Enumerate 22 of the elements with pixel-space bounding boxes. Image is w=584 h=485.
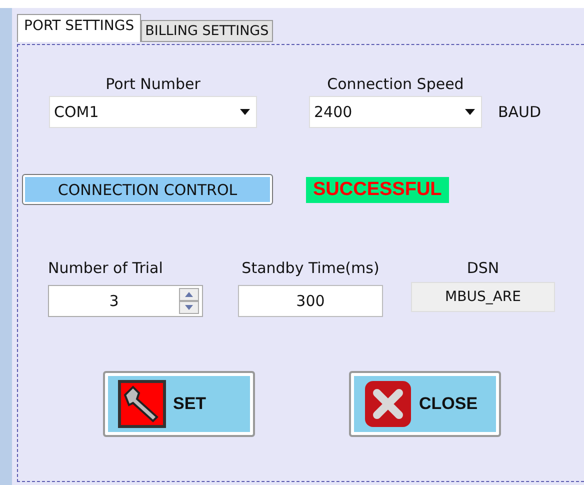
- dropdown-caret-icon: [465, 109, 475, 115]
- close-button[interactable]: CLOSE: [349, 371, 501, 437]
- field-label: Port Number: [106, 75, 200, 93]
- set-button[interactable]: SET: [103, 371, 255, 437]
- dropdown[interactable]: COM1: [49, 96, 257, 128]
- close-icon: [363, 379, 413, 429]
- field-label: Standby Time(ms): [242, 259, 380, 277]
- dropdown-caret-icon: [240, 109, 250, 115]
- tab[interactable]: BILLING SETTINGS: [141, 20, 273, 42]
- input-field[interactable]: 300: [238, 285, 383, 317]
- connection-control-button[interactable]: CONNECTION CONTROL: [22, 174, 273, 205]
- field-label: Connection Speed: [327, 75, 464, 93]
- tab[interactable]: PORT SETTINGS: [17, 14, 142, 42]
- unit-label: BAUD: [498, 102, 542, 120]
- input-field[interactable]: MBUS_ARE: [411, 282, 555, 312]
- spin-arrows-icon: [179, 288, 199, 314]
- dropdown[interactable]: 2400: [309, 96, 482, 128]
- field-label: DSN: [466, 259, 500, 277]
- status-label: SUCCESSFUL: [306, 176, 449, 202]
- spin-field[interactable]: 3: [48, 285, 203, 317]
- field-label: Number of Trial: [48, 259, 163, 277]
- wrench-icon: [117, 379, 167, 429]
